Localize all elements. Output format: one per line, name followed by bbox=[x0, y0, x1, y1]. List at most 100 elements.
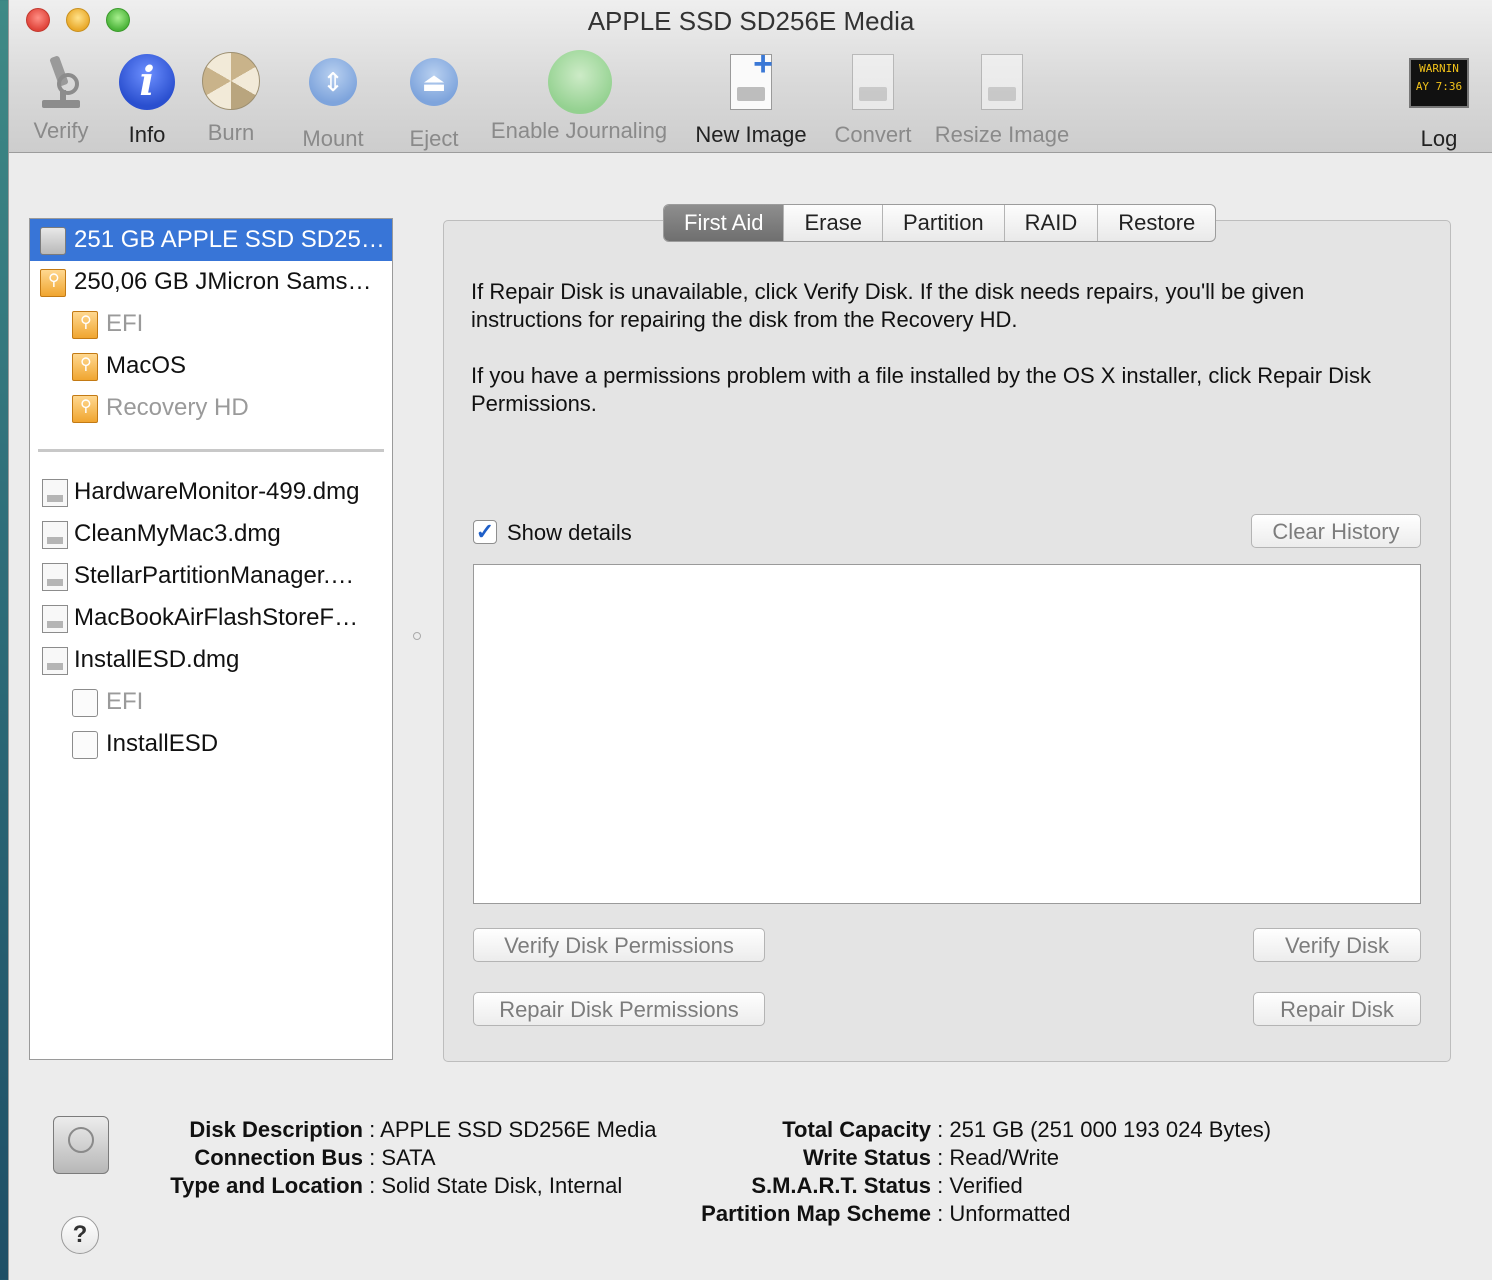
sidebar-item-label: HardwareMonitor-499.dmg bbox=[74, 478, 360, 505]
split-view-handle[interactable] bbox=[413, 632, 421, 640]
convert-label: Convert bbox=[834, 122, 912, 147]
verify-tool-button[interactable]: Verify bbox=[19, 50, 103, 144]
info-tool-button[interactable]: i Info bbox=[105, 50, 189, 148]
new-image-tool-button[interactable]: + New Image bbox=[689, 47, 813, 148]
sidebar-item-label: InstallESD bbox=[106, 730, 219, 757]
sidebar-item-efi-usb[interactable]: EFI bbox=[30, 303, 392, 345]
sidebar-item-cleanmymac-dmg[interactable]: CleanMyMac3.dmg bbox=[30, 513, 392, 555]
smart-status-label: S.M.A.R.T. Status bbox=[751, 1173, 931, 1198]
show-details-label[interactable]: Show details bbox=[507, 520, 632, 546]
internal-disk-icon bbox=[40, 227, 66, 255]
log-icon-line-1: WARNIN bbox=[1419, 62, 1459, 75]
log-tool-button[interactable]: WARNIN AY 7:36 Log bbox=[1401, 50, 1477, 152]
sidebar-item-macos[interactable]: MacOS bbox=[30, 345, 392, 387]
usb-disk-icon bbox=[40, 269, 66, 297]
mount-tool-button[interactable]: ⇕ Mount bbox=[289, 50, 377, 152]
sidebar-item-macbookair-dmg[interactable]: MacBookAirFlashStoreF… bbox=[30, 597, 392, 639]
usb-volume-icon bbox=[72, 311, 98, 339]
total-capacity-label: Total Capacity bbox=[782, 1117, 931, 1142]
enable-journaling-tool-button[interactable]: Enable Journaling bbox=[483, 50, 675, 144]
help-button[interactable]: ? bbox=[61, 1216, 99, 1254]
repair-disk-permissions-button[interactable]: Repair Disk Permissions bbox=[473, 992, 765, 1026]
sidebar-item-label: 250,06 GB JMicron Sams… bbox=[74, 268, 372, 295]
sidebar-item-stellar-dmg[interactable]: StellarPartitionManager.… bbox=[30, 555, 392, 597]
repair-disk-button[interactable]: Repair Disk bbox=[1253, 992, 1421, 1026]
sidebar-item-apple-ssd[interactable]: 251 GB APPLE SSD SD25… bbox=[30, 219, 392, 261]
smart-status-value: Verified bbox=[949, 1173, 1023, 1198]
convert-tool-button[interactable]: Convert bbox=[827, 50, 919, 148]
disk-info-right: Total Capacity : 251 GB (251 000 193 024… bbox=[669, 1116, 1271, 1228]
tab-erase[interactable]: Erase bbox=[783, 205, 881, 241]
info-separator: : bbox=[937, 1201, 944, 1226]
new-image-label: New Image bbox=[695, 122, 807, 147]
volume-icon bbox=[72, 731, 98, 759]
sidebar-item-jmicron[interactable]: 250,06 GB JMicron Sams… bbox=[30, 261, 392, 303]
disk-sidebar[interactable]: 251 GB APPLE SSD SD25… 250,06 GB JMicron… bbox=[29, 218, 393, 1060]
eject-label: Eject bbox=[409, 126, 459, 151]
sidebar-item-installesd-volume[interactable]: InstallESD bbox=[30, 723, 392, 765]
clear-history-button[interactable]: Clear History bbox=[1251, 514, 1421, 548]
usb-volume-icon bbox=[72, 353, 98, 381]
volume-icon bbox=[72, 689, 98, 717]
tab-bar: First Aid Erase Partition RAID Restore bbox=[663, 204, 1217, 242]
disk-image-icon bbox=[42, 479, 68, 507]
info-separator: : bbox=[937, 1173, 944, 1198]
disk-description-value: APPLE SSD SD256E Media bbox=[380, 1117, 657, 1142]
verify-disk-button[interactable]: Verify Disk bbox=[1253, 928, 1421, 962]
sidebar-item-recovery-hd[interactable]: Recovery HD bbox=[30, 387, 392, 429]
type-location-value: Solid State Disk, Internal bbox=[381, 1173, 623, 1198]
sidebar-item-label: MacOS bbox=[106, 352, 187, 379]
info-separator: : bbox=[937, 1145, 944, 1170]
disk-description-label: Disk Description bbox=[189, 1117, 363, 1142]
log-icon-line-2: AY 7:36 bbox=[1415, 80, 1463, 93]
details-log-area[interactable] bbox=[473, 564, 1421, 904]
sidebar-item-label: EFI bbox=[106, 688, 144, 715]
eject-tool-button[interactable]: ⏏ Eject bbox=[395, 50, 473, 152]
sidebar-item-hardwaremonitor-dmg[interactable]: HardwareMonitor-499.dmg bbox=[30, 471, 392, 513]
write-status-value: Read/Write bbox=[949, 1145, 1060, 1170]
disk-image-icon bbox=[42, 521, 68, 549]
total-capacity-value: 251 GB (251 000 193 024 Bytes) bbox=[949, 1117, 1272, 1142]
info-label: Info bbox=[128, 122, 166, 147]
connection-bus-label: Connection Bus bbox=[194, 1145, 363, 1170]
new-image-icon: + bbox=[730, 47, 773, 110]
verify-disk-permissions-button[interactable]: Verify Disk Permissions bbox=[473, 928, 765, 962]
log-label: Log bbox=[1420, 126, 1458, 151]
resize-image-icon bbox=[981, 54, 1023, 110]
sidebar-item-efi-volume[interactable]: EFI bbox=[30, 681, 392, 723]
burn-tool-button[interactable]: Burn bbox=[189, 50, 273, 146]
first-aid-instructions: If Repair Disk is unavailable, click Ver… bbox=[471, 279, 1305, 332]
log-console-icon: WARNIN AY 7:36 bbox=[1409, 58, 1469, 108]
tab-raid[interactable]: RAID bbox=[1003, 205, 1098, 241]
info-separator: : bbox=[369, 1117, 376, 1142]
partition-map-scheme-value: Unformatted bbox=[949, 1201, 1071, 1226]
sidebar-item-label: CleanMyMac3.dmg bbox=[74, 520, 281, 547]
disk-utility-window: APPLE SSD SD256E Media Verify i Info Bur… bbox=[8, 0, 1492, 1280]
title-bar-toolbar: APPLE SSD SD256E Media Verify i Info Bur… bbox=[9, 0, 1492, 153]
tab-partition[interactable]: Partition bbox=[881, 205, 1004, 241]
window-title: APPLE SSD SD256E Media bbox=[587, 6, 915, 36]
tab-first-aid[interactable]: First Aid bbox=[664, 205, 784, 241]
sidebar-item-label: 251 GB APPLE SSD SD25… bbox=[74, 226, 385, 253]
disk-image-icon bbox=[42, 605, 68, 633]
sidebar-item-label: EFI bbox=[106, 310, 144, 337]
sidebar-divider bbox=[38, 449, 384, 452]
sidebar-item-label: Recovery HD bbox=[106, 394, 249, 421]
sidebar-item-label: StellarPartitionManager.… bbox=[74, 562, 355, 589]
microscope-icon bbox=[30, 50, 92, 112]
enable-journaling-label: Enable Journaling bbox=[490, 118, 668, 143]
info-separator: : bbox=[369, 1173, 376, 1198]
eject-icon: ⏏ bbox=[410, 58, 458, 106]
resize-image-tool-button[interactable]: Resize Image bbox=[929, 50, 1075, 148]
tab-restore[interactable]: Restore bbox=[1097, 205, 1215, 241]
sidebar-item-label: MacBookAirFlashStoreF… bbox=[74, 604, 359, 631]
sidebar-item-label: InstallESD.dmg bbox=[74, 646, 240, 673]
sidebar-item-installesd-dmg[interactable]: InstallESD.dmg bbox=[30, 639, 392, 681]
selected-disk-icon bbox=[53, 1116, 109, 1174]
disk-info-left: Disk Description : APPLE SSD SD256E Medi… bbox=[149, 1116, 657, 1200]
disk-image-icon bbox=[42, 647, 68, 675]
type-location-label: Type and Location bbox=[170, 1173, 363, 1198]
verify-label: Verify bbox=[33, 118, 89, 143]
info-icon: i bbox=[119, 54, 175, 110]
show-details-checkbox[interactable]: ✓ bbox=[473, 520, 497, 544]
